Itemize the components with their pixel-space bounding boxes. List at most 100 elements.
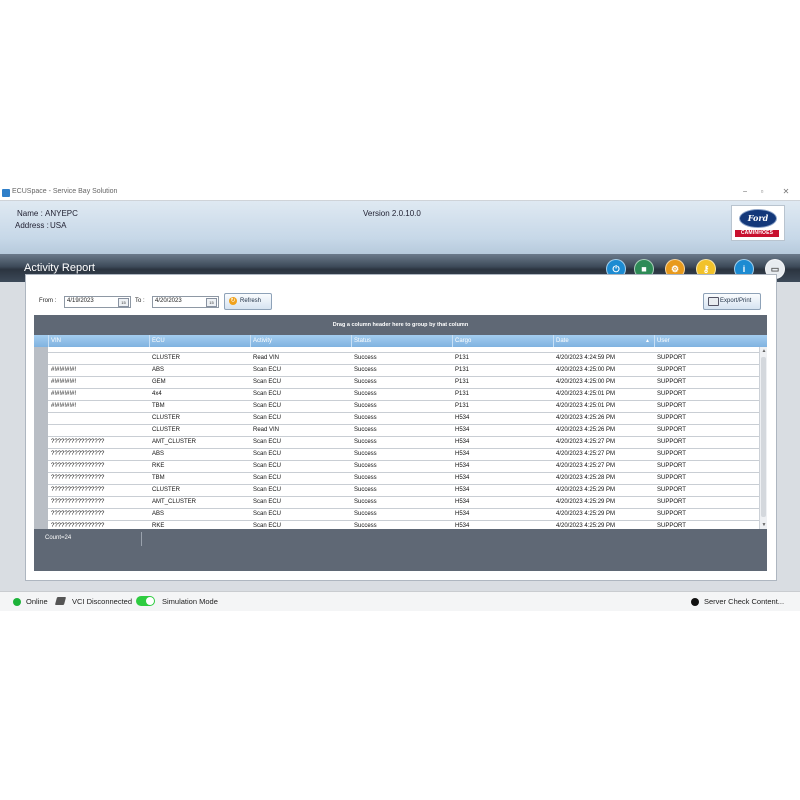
cell-date: 4/20/2023 4:25:29 PM — [556, 511, 616, 517]
row-indicator[interactable] — [34, 389, 48, 401]
row-indicator[interactable] — [34, 509, 48, 521]
cell-user: SUPPORT — [657, 391, 686, 397]
row-divider — [48, 460, 759, 461]
cell-ecu: RKE — [152, 463, 165, 469]
column-header-user[interactable]: User — [654, 335, 759, 347]
column-header-vin[interactable]: VIN — [48, 335, 149, 347]
table-row[interactable]: #!#!#!#!#! GEM Scan ECU Success P131 4/20/202… — [34, 377, 759, 389]
row-indicator[interactable] — [34, 473, 48, 485]
cell-status: Success — [354, 439, 377, 445]
column-header-status[interactable]: Status — [351, 335, 452, 347]
cell-date: 4/20/2023 4:25:27 PM — [556, 439, 616, 445]
table-row[interactable]: ???????????????? ABS Scan ECU Success H534 4/… — [34, 509, 759, 521]
row-indicator[interactable] — [34, 521, 48, 529]
row-indicator[interactable] — [34, 461, 48, 473]
table-row[interactable]: ???????????????? AMT_CLUSTER Scan ECU Succe… — [34, 437, 759, 449]
calendar-icon[interactable]: 15 — [118, 298, 129, 307]
cell-user: SUPPORT — [657, 451, 686, 457]
from-date-value: 4/19/2023 — [67, 298, 94, 304]
scroll-up-icon[interactable]: ▲ — [760, 347, 767, 355]
table-row[interactable]: #!#!#!#!#! ABS Scan ECU Success P131 4/20/202… — [34, 365, 759, 377]
footer-divider — [141, 532, 142, 546]
scroll-down-icon[interactable]: ▼ — [760, 521, 767, 529]
row-indicator[interactable] — [34, 425, 48, 437]
refresh-icon: ↻ — [229, 297, 237, 305]
cell-activity: Scan ECU — [253, 367, 282, 373]
row-divider — [48, 400, 759, 401]
cell-vin: #!#!#!#!#! — [51, 391, 77, 397]
row-indicator[interactable] — [34, 353, 48, 365]
cell-cargo: P131 — [455, 391, 470, 397]
server-indicator-icon — [691, 598, 699, 606]
scroll-thumb[interactable] — [761, 357, 766, 517]
maximize-button[interactable]: ▫ — [755, 187, 769, 196]
table-row[interactable]: #!#!#!#!#! 4x4 Scan ECU Success P131 4/20/202… — [34, 389, 759, 401]
cell-cargo: H534 — [455, 475, 470, 481]
column-header-cargo[interactable]: Cargo — [452, 335, 553, 347]
vci-icon — [54, 597, 67, 605]
row-indicator[interactable] — [34, 413, 48, 425]
toggle-knob — [146, 597, 154, 605]
server-check-label: Server Check Content... — [704, 597, 785, 606]
column-header-date[interactable]: Date ▲ — [553, 335, 654, 347]
window-title: ECUSpace - Service Bay Solution — [12, 188, 118, 195]
cell-date: 4/20/2023 4:25:01 PM — [556, 391, 616, 397]
from-date-input[interactable]: 4/19/2023 15 — [64, 296, 131, 308]
row-indicator[interactable] — [34, 365, 48, 377]
row-indicator[interactable] — [34, 449, 48, 461]
cell-date: 4/20/2023 4:25:26 PM — [556, 415, 616, 421]
cell-status: Success — [354, 499, 377, 505]
online-indicator-icon — [13, 598, 21, 606]
vertical-scrollbar[interactable]: ▲ ▼ — [759, 347, 767, 529]
filter-bar: From : 4/19/2023 15 To : 4/20/2023 15 ↻ … — [26, 275, 776, 315]
close-button[interactable]: ✕ — [779, 187, 793, 196]
table-row[interactable]: ???????????????? ABS Scan ECU Success H534 4/… — [34, 449, 759, 461]
cell-activity: Scan ECU — [253, 511, 282, 517]
cell-status: Success — [354, 463, 377, 469]
address-value: USA — [50, 221, 67, 230]
minimize-button[interactable]: − — [738, 187, 752, 196]
cell-ecu: 4x4 — [152, 391, 162, 397]
table-row[interactable]: ???????????????? AMT_CLUSTER Scan ECU Succe… — [34, 497, 759, 509]
calendar-icon[interactable]: 15 — [206, 298, 217, 307]
table-row[interactable]: ???????????????? TBM Scan ECU Success H534 4/… — [34, 473, 759, 485]
table-row[interactable]: CLUSTER Read VIN Success H534 4/20/2023 4:25… — [34, 425, 759, 437]
column-header-activity[interactable]: Activity — [250, 335, 351, 347]
export-print-button[interactable]: Export/Print — [703, 293, 761, 310]
cell-ecu: RKE — [152, 523, 165, 529]
cell-ecu: CLUSTER — [152, 415, 181, 421]
cell-activity: Scan ECU — [253, 379, 282, 385]
cell-ecu: ABS — [152, 511, 165, 517]
cell-cargo: P131 — [455, 379, 470, 385]
cell-cargo: H534 — [455, 439, 470, 445]
table-row[interactable]: CLUSTER Read VIN Success P131 4/20/2023 4:24… — [34, 353, 759, 365]
column-header-ecu[interactable]: ECU — [149, 335, 250, 347]
cell-user: SUPPORT — [657, 511, 686, 517]
row-indicator[interactable] — [34, 485, 48, 497]
row-indicator[interactable] — [34, 377, 48, 389]
row-indicator[interactable] — [34, 437, 48, 449]
row-indicator[interactable] — [34, 401, 48, 413]
row-indicator[interactable] — [34, 497, 48, 509]
ford-oval: Ford — [739, 209, 777, 228]
activity-grid: Drag a column header here to group by th… — [34, 315, 767, 571]
cell-ecu: AMT_CLUSTER — [152, 439, 197, 445]
to-date-input[interactable]: 4/20/2023 15 — [152, 296, 219, 308]
table-row[interactable]: ???????????????? CLUSTER Scan ECU Success H5… — [34, 485, 759, 497]
cell-status: Success — [354, 415, 377, 421]
row-indicator[interactable] — [34, 347, 48, 353]
table-row[interactable]: #!#!#!#!#! TBM Scan ECU Success P131 4/20/202… — [34, 401, 759, 413]
group-panel[interactable]: Drag a column header here to group by th… — [34, 315, 767, 335]
refresh-button[interactable]: ↻ Refresh — [224, 293, 272, 310]
from-label: From : — [39, 298, 57, 304]
table-row[interactable]: ???????????????? RKE Scan ECU Success H534 4/… — [34, 461, 759, 473]
table-row[interactable]: CLUSTER Scan ECU Success H534 4/20/2023 4:25… — [34, 413, 759, 425]
cell-status: Success — [354, 427, 377, 433]
simulation-mode-toggle[interactable] — [136, 596, 155, 606]
status-bar: Online VCI Disconnected Simulation Mode … — [0, 591, 800, 611]
table-row[interactable]: ???????????????? RKE Scan ECU Success H534 4/… — [34, 521, 759, 529]
page-title: Activity Report — [24, 262, 95, 274]
cell-activity: Read VIN — [253, 355, 280, 361]
cell-user: SUPPORT — [657, 475, 686, 481]
table-row[interactable]: CLUSTERScan ECUSuccessP1314/20/2023 4:24… — [34, 347, 759, 353]
